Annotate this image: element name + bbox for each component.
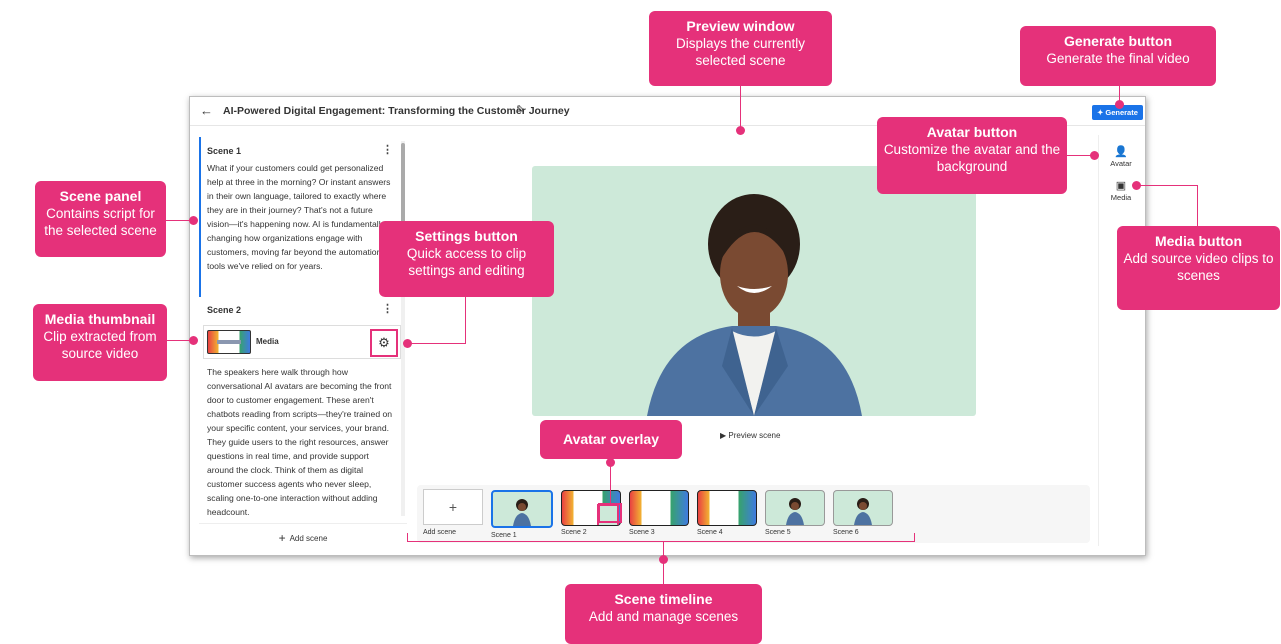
callout-title: Scene timeline (614, 591, 713, 607)
connector-dot (1132, 181, 1141, 190)
callout-avatar-overlay: Avatar overlay (540, 420, 682, 459)
connector-dot (736, 126, 745, 135)
callout-desc: Generate the final video (1046, 51, 1190, 66)
avatar-thumbnail (786, 498, 804, 525)
right-rail: 👤 Avatar ▣ Media (1098, 135, 1143, 546)
callout-desc: Customize the avatar and the background (883, 142, 1061, 174)
gear-icon: ⚙ (378, 335, 390, 350)
media-button-label: Media (1110, 193, 1132, 202)
sparkle-icon: ✦ (1097, 108, 1104, 117)
back-arrow-icon[interactable]: ← (200, 103, 213, 118)
scene-card-1[interactable]: Scene 1 ⋮ What if your customers could g… (199, 133, 398, 293)
callout-title: Generate button (1063, 33, 1173, 49)
timeline-bracket (407, 533, 408, 542)
avatar-thumbnail (854, 498, 872, 525)
connector-dot (1115, 100, 1124, 109)
scene-panel: Scene 1 ⋮ What if your customers could g… (199, 133, 407, 551)
timeline-tile-scene-4[interactable] (697, 490, 757, 526)
preview-window (532, 166, 976, 416)
connector-line (1197, 185, 1198, 227)
scene-timeline: + Add scene Scene 1 Scene 2 Scene 3 Scen… (417, 485, 1090, 543)
callout-title: Avatar overlay (563, 431, 659, 447)
add-scene-tile[interactable]: + (423, 489, 483, 525)
callout-desc: Quick access to clip settings and editin… (406, 246, 527, 278)
callout-desc: Add source video clips to scenes (1123, 251, 1274, 283)
scene-script[interactable]: The speakers here walk through how conve… (207, 365, 395, 517)
callout-desc: Displays the currently selected scene (675, 36, 806, 68)
connector-line (740, 86, 741, 130)
timeline-bracket (914, 533, 915, 542)
callout-title: Settings button (415, 228, 518, 244)
timeline-tile-scene-1[interactable] (491, 490, 553, 528)
media-clip-row[interactable]: Media ⚙ (203, 325, 401, 359)
callout-generate-button: Generate button Generate the final video (1020, 26, 1216, 86)
scene-title: Scene 1 (207, 146, 242, 156)
person-icon: 👤 (1114, 146, 1128, 158)
avatar-overlay-highlight (598, 503, 622, 523)
timeline-tile-scene-3[interactable] (629, 490, 689, 526)
settings-button[interactable]: ⚙ (370, 329, 398, 357)
connector-dot (403, 339, 412, 348)
callout-scene-timeline: Scene timeline Add and manage scenes (565, 584, 762, 644)
callout-desc: Contains script for the selected scene (44, 206, 157, 238)
preview-scene-label: Preview scene (728, 431, 781, 440)
timeline-tile-scene-6[interactable] (833, 490, 893, 526)
callout-media-thumbnail: Media thumbnail Clip extracted from sour… (33, 304, 167, 381)
media-label: Media (256, 337, 279, 346)
avatar-thumbnail (513, 499, 531, 526)
callout-desc: Clip extracted from source video (43, 329, 157, 361)
connector-dot (189, 216, 198, 225)
more-options-icon[interactable]: ⋮ (382, 302, 393, 315)
callout-media-button: Media button Add source video clips to s… (1117, 226, 1280, 310)
connector-line (1140, 185, 1197, 186)
connector-dot (606, 458, 615, 467)
timeline-tile-label: Scene 3 (629, 529, 655, 536)
generate-button-label: Generate (1105, 108, 1138, 117)
plus-icon: + (278, 531, 286, 545)
timeline-tile-label: Scene 2 (561, 529, 587, 536)
edit-pencil-icon[interactable]: ✎ (516, 103, 525, 116)
callout-title: Avatar button (926, 124, 1018, 140)
callout-title: Media button (1154, 233, 1243, 249)
add-scene-button[interactable]: + Add scene (199, 523, 407, 552)
play-icon: ▶ (720, 431, 727, 440)
callout-preview-window: Preview window Displays the currently se… (649, 11, 832, 86)
callout-avatar-button: Avatar button Customize the avatar and t… (877, 117, 1067, 194)
timeline-tile-label: Scene 1 (491, 532, 517, 539)
media-thumbnail[interactable] (207, 330, 251, 354)
callout-title: Media thumbnail (44, 311, 156, 327)
callout-title: Scene panel (59, 188, 142, 204)
preview-scene-button[interactable]: ▶ Preview scene (720, 431, 780, 440)
scene-title: Scene 2 (207, 305, 242, 315)
scene-script[interactable]: What if your customers could get persona… (207, 161, 395, 294)
more-options-icon[interactable]: ⋮ (382, 143, 393, 156)
connector-line (663, 541, 664, 587)
callout-title: Preview window (686, 18, 795, 34)
callout-desc: Add and manage scenes (588, 609, 739, 624)
timeline-bracket (407, 541, 915, 542)
avatar-button[interactable]: 👤 Avatar (1099, 145, 1143, 168)
connector-line (465, 297, 466, 344)
timeline-tile-label: Scene 5 (765, 529, 791, 536)
connector-dot (189, 336, 198, 345)
connector-line (410, 343, 466, 344)
avatar-image (647, 194, 862, 416)
connector-dot (659, 555, 668, 564)
timeline-tile-label: Scene 6 (833, 529, 859, 536)
timeline-tile-label: Scene 4 (697, 529, 723, 536)
callout-settings-button: Settings button Quick access to clip set… (379, 221, 554, 297)
timeline-tile-scene-5[interactable] (765, 490, 825, 526)
add-scene-label: Add scene (289, 533, 328, 543)
plus-icon: + (448, 499, 458, 515)
add-scene-tile-label: Add scene (423, 529, 457, 536)
connector-dot (1090, 151, 1099, 160)
callout-scene-panel: Scene panel Contains script for the sele… (35, 181, 166, 257)
avatar-button-label: Avatar (1110, 159, 1132, 168)
connector-line (1066, 155, 1092, 156)
